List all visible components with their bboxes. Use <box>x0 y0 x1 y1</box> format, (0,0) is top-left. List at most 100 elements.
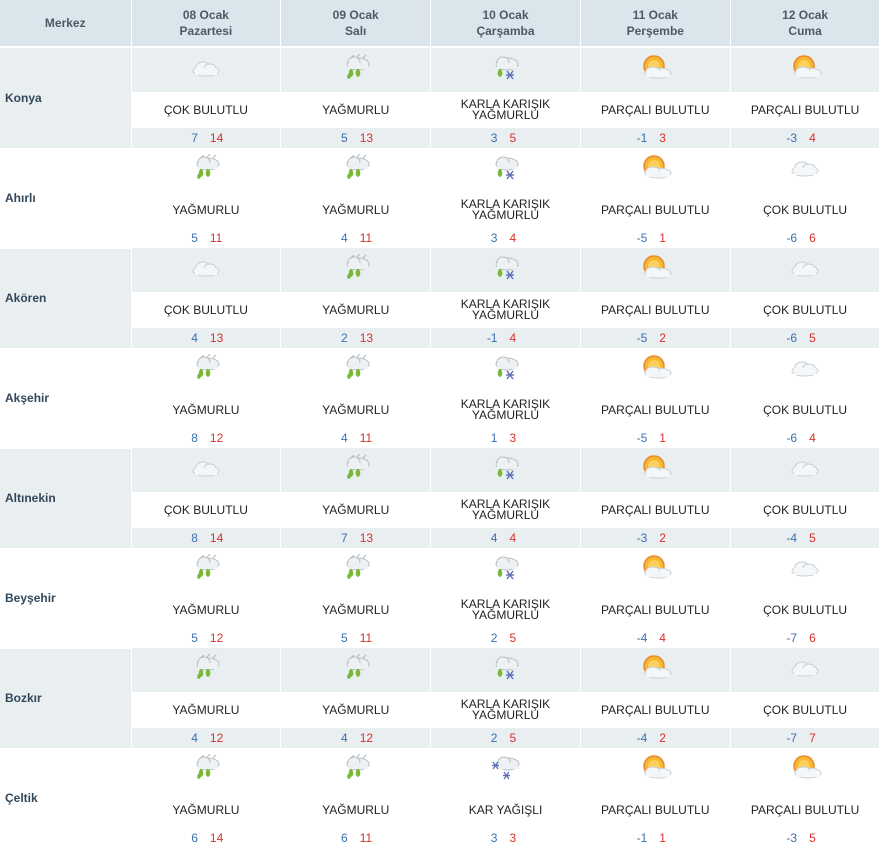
weather-description: KARLA KARIŞIK YAĞMURLU <box>430 392 581 428</box>
weather-description: PARÇALI BULUTLU <box>580 392 731 428</box>
temperature-cell: -3 4 <box>730 128 881 148</box>
cloudy-icon <box>787 161 823 186</box>
day-date: 12 Ocak <box>782 8 829 22</box>
max-temp: 4 <box>509 531 517 545</box>
weather-icon-cell <box>580 248 731 292</box>
day-date: 10 Ocak <box>482 8 529 22</box>
weather-description: ÇOK BULUTLU <box>730 692 881 728</box>
day-date: 08 Ocak <box>182 8 229 22</box>
min-temp: -3 <box>786 831 798 845</box>
city-name[interactable]: Bozkır <box>0 648 132 749</box>
max-temp: 13 <box>359 131 374 145</box>
weather-description: PARÇALI BULUTLU <box>730 92 881 128</box>
min-temp: -7 <box>786 731 798 745</box>
max-temp: 3 <box>509 431 517 445</box>
day-weekday: Cuma <box>788 24 822 38</box>
weather-icon-cell <box>131 648 282 692</box>
partly-cloudy-icon <box>637 554 673 586</box>
min-temp: -5 <box>636 331 648 345</box>
max-temp: 5 <box>509 631 517 645</box>
min-temp: -6 <box>786 431 798 445</box>
city-temp-row: 4 12 4 12 2 5 -4 2 -7 7 <box>0 728 881 748</box>
city-name[interactable]: Akören <box>0 248 132 349</box>
temperature-cell: 8 14 <box>131 528 282 548</box>
city-desc-row: YAĞMURLU YAĞMURLU KARLA KARIŞIK YAĞMURLU PA… <box>0 692 881 728</box>
max-temp: 2 <box>659 531 666 545</box>
max-temp: 4 <box>809 431 816 445</box>
max-temp: 5 <box>809 831 816 845</box>
city-name[interactable]: Konya <box>0 47 132 149</box>
weather-description: KARLA KARIŞIK YAĞMURLU <box>430 692 581 728</box>
min-temp: 3 <box>490 131 498 145</box>
weather-description: KAR YAĞIŞLI <box>430 792 581 828</box>
weather-icon-cell <box>730 148 881 192</box>
day-header: 12 Ocak Cuma <box>730 0 881 48</box>
cloudy-icon <box>188 461 224 486</box>
min-temp: 2 <box>490 731 498 745</box>
min-temp: 4 <box>191 731 198 745</box>
partly-cloudy-icon <box>787 54 823 86</box>
temperature-cell: -6 5 <box>730 328 881 348</box>
city-name[interactable]: Akşehir <box>0 348 132 449</box>
cloudy-icon <box>787 261 823 286</box>
city-name[interactable]: Çeltik <box>0 748 132 848</box>
min-temp: 2 <box>341 331 348 345</box>
city-icon-row: Beyşehir <box>0 548 881 649</box>
temperature-cell: -5 1 <box>580 428 731 448</box>
cloudy-icon <box>787 661 823 686</box>
min-temp: 2 <box>490 631 498 645</box>
temperature-cell: -1 1 <box>580 828 731 848</box>
min-temp: -7 <box>786 631 798 645</box>
day-header: 11 Ocak Perşembe <box>580 0 731 48</box>
min-temp: 3 <box>490 831 498 845</box>
max-temp: 3 <box>509 831 517 845</box>
day-header: 10 Ocak Çarşamba <box>430 0 581 48</box>
temperature-cell: -6 6 <box>730 228 881 248</box>
day-header: 08 Ocak Pazartesi <box>131 0 282 48</box>
weather-description: ÇOK BULUTLU <box>131 492 282 528</box>
city-desc-row: YAĞMURLU YAĞMURLU KARLA KARIŞIK YAĞMURLU PA… <box>0 392 881 428</box>
max-temp: 14 <box>209 531 224 545</box>
rain-icon <box>338 653 374 686</box>
max-temp: 6 <box>809 231 816 245</box>
temperature-cell: 8 12 <box>131 428 282 448</box>
weather-description: KARLA KARIŞIK YAĞMURLU <box>430 92 581 128</box>
city-name[interactable]: Altınekin <box>0 448 132 549</box>
max-temp: 12 <box>209 431 224 445</box>
max-temp: 11 <box>359 431 373 445</box>
weather-description: YAĞMURLU <box>280 492 432 528</box>
temperature-cell: -6 4 <box>730 428 881 448</box>
temperature-cell: 13 <box>430 428 581 448</box>
weather-description: ÇOK BULUTLU <box>730 392 881 428</box>
min-temp: 6 <box>191 831 198 845</box>
weather-icon-cell <box>280 348 432 392</box>
weather-description: KARLA KARIŞIK YAĞMURLU <box>430 192 581 228</box>
city-name[interactable]: Beyşehir <box>0 548 132 649</box>
weather-icon-cell <box>280 448 432 492</box>
max-temp: 13 <box>359 331 374 345</box>
max-temp: 4 <box>659 631 666 645</box>
temperature-cell: 4 13 <box>131 328 282 348</box>
weather-icon-cell <box>430 548 581 592</box>
weather-description: PARÇALI BULUTLU <box>580 292 731 328</box>
city-name[interactable]: Ahırlı <box>0 148 132 249</box>
weather-icon-cell <box>280 47 432 92</box>
min-temp: 1 <box>490 431 498 445</box>
max-temp: 7 <box>809 731 816 745</box>
temperature-cell: 5 11 <box>280 628 432 648</box>
sleet-icon <box>487 356 523 386</box>
weather-icon-cell <box>131 148 282 192</box>
sleet-icon <box>487 456 523 486</box>
city-temp-row: 8 14 7 13 4 4 -3 2 -4 5 <box>0 528 881 548</box>
weather-description: YAĞMURLU <box>131 392 282 428</box>
rain-icon <box>338 53 374 86</box>
min-temp: 8 <box>191 431 198 445</box>
weather-icon-cell <box>580 348 731 392</box>
weather-description: YAĞMURLU <box>280 192 432 228</box>
weather-description: PARÇALI BULUTLU <box>580 692 731 728</box>
weather-icon-cell <box>430 448 581 492</box>
weather-description: PARÇALI BULUTLU <box>580 792 731 828</box>
weather-description: PARÇALI BULUTLU <box>580 492 731 528</box>
min-temp: 5 <box>341 631 348 645</box>
max-temp: 5 <box>509 731 517 745</box>
